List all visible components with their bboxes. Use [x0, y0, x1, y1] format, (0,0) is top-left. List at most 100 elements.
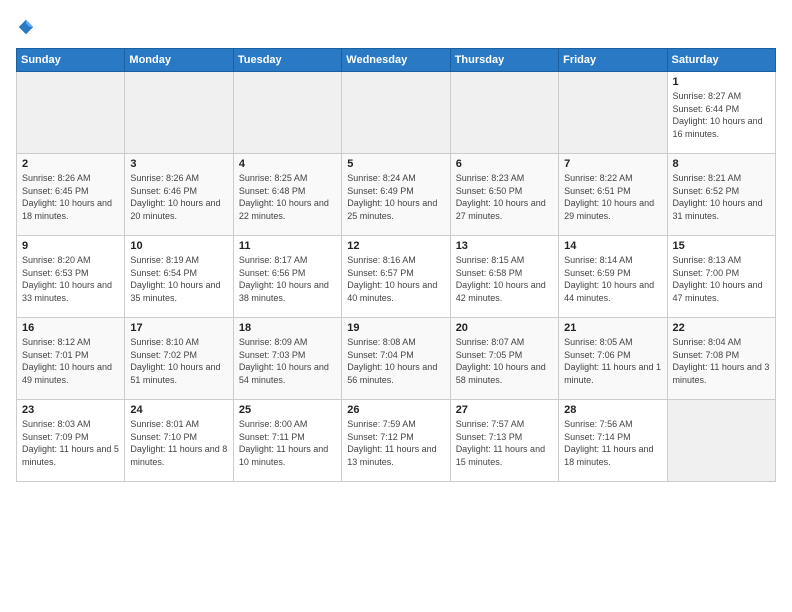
day-info: Sunrise: 7:56 AM Sunset: 7:14 PM Dayligh…: [564, 418, 661, 468]
day-cell: 14Sunrise: 8:14 AM Sunset: 6:59 PM Dayli…: [559, 236, 667, 318]
day-number: 9: [22, 240, 119, 252]
day-info: Sunrise: 7:59 AM Sunset: 7:12 PM Dayligh…: [347, 418, 444, 468]
day-number: 25: [239, 404, 336, 416]
logo-icon: [17, 18, 35, 36]
day-info: Sunrise: 8:08 AM Sunset: 7:04 PM Dayligh…: [347, 336, 444, 386]
header-cell-saturday: Saturday: [667, 49, 775, 72]
day-info: Sunrise: 8:20 AM Sunset: 6:53 PM Dayligh…: [22, 254, 119, 304]
day-number: 5: [347, 158, 444, 170]
day-info: Sunrise: 8:01 AM Sunset: 7:10 PM Dayligh…: [130, 418, 227, 468]
day-info: Sunrise: 8:04 AM Sunset: 7:08 PM Dayligh…: [673, 336, 770, 386]
logo-text: [16, 16, 36, 38]
calendar-table: SundayMondayTuesdayWednesdayThursdayFrid…: [16, 48, 776, 482]
day-cell: 5 Sunrise: 8:24 AM Sunset: 6:49 PM Daylig…: [342, 154, 450, 236]
day-info: Sunrise: 8:00 AM Sunset: 7:11 PM Dayligh…: [239, 418, 336, 468]
day-cell: 10 Sunrise: 8:19 AM Sunset: 6:54 PM Dayli…: [125, 236, 233, 318]
day-cell: 16 Sunrise: 8:12 AM Sunset: 7:01 PM Dayli…: [17, 318, 125, 400]
day-cell: [667, 400, 775, 482]
day-cell: 2 Sunrise: 8:26 AM Sunset: 6:45 PM Daylig…: [17, 154, 125, 236]
day-info: Sunrise: 8:09 AM Sunset: 7:03 PM Dayligh…: [239, 336, 336, 386]
day-number: 6: [456, 158, 553, 170]
day-cell: 1 Sunrise: 8:27 AM Sunset: 6:44 PM Daylig…: [667, 72, 775, 154]
day-info: Sunrise: 8:23 AM Sunset: 6:50 PM Dayligh…: [456, 172, 553, 222]
day-cell: 11 Sunrise: 8:17 AM Sunset: 6:56 PM Dayli…: [233, 236, 341, 318]
day-number: 4: [239, 158, 336, 170]
day-info: Sunrise: 8:24 AM Sunset: 6:49 PM Dayligh…: [347, 172, 444, 222]
day-number: 18: [239, 322, 336, 334]
day-cell: 23Sunrise: 8:03 AM Sunset: 7:09 PM Dayli…: [17, 400, 125, 482]
day-info: Sunrise: 8:27 AM Sunset: 6:44 PM Dayligh…: [673, 90, 770, 140]
day-number: 3: [130, 158, 227, 170]
day-number: 20: [456, 322, 553, 334]
day-cell: 7 Sunrise: 8:22 AM Sunset: 6:51 PM Daylig…: [559, 154, 667, 236]
day-cell: 4 Sunrise: 8:25 AM Sunset: 6:48 PM Daylig…: [233, 154, 341, 236]
day-info: Sunrise: 8:10 AM Sunset: 7:02 PM Dayligh…: [130, 336, 227, 386]
day-info: Sunrise: 8:07 AM Sunset: 7:05 PM Dayligh…: [456, 336, 553, 386]
day-info: Sunrise: 8:16 AM Sunset: 6:57 PM Dayligh…: [347, 254, 444, 304]
day-info: Sunrise: 8:05 AM Sunset: 7:06 PM Dayligh…: [564, 336, 661, 386]
day-cell: 18 Sunrise: 8:09 AM Sunset: 7:03 PM Dayli…: [233, 318, 341, 400]
day-info: Sunrise: 8:17 AM Sunset: 6:56 PM Dayligh…: [239, 254, 336, 304]
day-number: 15: [673, 240, 770, 252]
day-info: Sunrise: 8:12 AM Sunset: 7:01 PM Dayligh…: [22, 336, 119, 386]
day-info: Sunrise: 8:03 AM Sunset: 7:09 PM Dayligh…: [22, 418, 119, 468]
day-number: 8: [673, 158, 770, 170]
week-row-4: 23Sunrise: 8:03 AM Sunset: 7:09 PM Dayli…: [17, 400, 776, 482]
day-cell: 22 Sunrise: 8:04 AM Sunset: 7:08 PM Dayli…: [667, 318, 775, 400]
day-cell: 17 Sunrise: 8:10 AM Sunset: 7:02 PM Dayli…: [125, 318, 233, 400]
day-cell: 24 Sunrise: 8:01 AM Sunset: 7:10 PM Dayli…: [125, 400, 233, 482]
day-info: Sunrise: 8:25 AM Sunset: 6:48 PM Dayligh…: [239, 172, 336, 222]
day-number: 10: [130, 240, 227, 252]
day-cell: [450, 72, 558, 154]
day-info: Sunrise: 8:14 AM Sunset: 6:59 PM Dayligh…: [564, 254, 661, 304]
day-number: 7: [564, 158, 661, 170]
day-info: Sunrise: 8:26 AM Sunset: 6:45 PM Dayligh…: [22, 172, 119, 222]
day-number: 24: [130, 404, 227, 416]
day-cell: 21 Sunrise: 8:05 AM Sunset: 7:06 PM Dayli…: [559, 318, 667, 400]
day-number: 21: [564, 322, 661, 334]
day-info: Sunrise: 8:19 AM Sunset: 6:54 PM Dayligh…: [130, 254, 227, 304]
day-cell: [233, 72, 341, 154]
day-info: Sunrise: 8:22 AM Sunset: 6:51 PM Dayligh…: [564, 172, 661, 222]
day-number: 13: [456, 240, 553, 252]
day-cell: 28 Sunrise: 7:56 AM Sunset: 7:14 PM Dayli…: [559, 400, 667, 482]
calendar-container: SundayMondayTuesdayWednesdayThursdayFrid…: [0, 0, 792, 490]
day-cell: 26Sunrise: 7:59 AM Sunset: 7:12 PM Dayli…: [342, 400, 450, 482]
day-cell: 27 Sunrise: 7:57 AM Sunset: 7:13 PM Dayli…: [450, 400, 558, 482]
day-cell: 12 Sunrise: 8:16 AM Sunset: 6:57 PM Dayli…: [342, 236, 450, 318]
day-cell: 15 Sunrise: 8:13 AM Sunset: 7:00 PM Dayli…: [667, 236, 775, 318]
day-cell: 19 Sunrise: 8:08 AM Sunset: 7:04 PM Dayli…: [342, 318, 450, 400]
week-row-3: 16 Sunrise: 8:12 AM Sunset: 7:01 PM Dayli…: [17, 318, 776, 400]
day-cell: [559, 72, 667, 154]
header: [16, 16, 776, 38]
day-cell: 9 Sunrise: 8:20 AM Sunset: 6:53 PM Daylig…: [17, 236, 125, 318]
header-cell-monday: Monday: [125, 49, 233, 72]
header-cell-thursday: Thursday: [450, 49, 558, 72]
day-number: 19: [347, 322, 444, 334]
header-cell-friday: Friday: [559, 49, 667, 72]
day-number: 12: [347, 240, 444, 252]
day-number: 17: [130, 322, 227, 334]
day-number: 16: [22, 322, 119, 334]
day-info: Sunrise: 8:15 AM Sunset: 6:58 PM Dayligh…: [456, 254, 553, 304]
day-cell: [17, 72, 125, 154]
calendar-header: SundayMondayTuesdayWednesdayThursdayFrid…: [17, 49, 776, 72]
day-number: 2: [22, 158, 119, 170]
day-number: 27: [456, 404, 553, 416]
day-info: Sunrise: 7:57 AM Sunset: 7:13 PM Dayligh…: [456, 418, 553, 468]
day-number: 11: [239, 240, 336, 252]
day-info: Sunrise: 8:21 AM Sunset: 6:52 PM Dayligh…: [673, 172, 770, 222]
day-cell: 25 Sunrise: 8:00 AM Sunset: 7:11 PM Dayli…: [233, 400, 341, 482]
day-number: 22: [673, 322, 770, 334]
day-number: 28: [564, 404, 661, 416]
logo: [16, 16, 36, 38]
day-info: Sunrise: 8:26 AM Sunset: 6:46 PM Dayligh…: [130, 172, 227, 222]
header-cell-sunday: Sunday: [17, 49, 125, 72]
week-row-0: 1 Sunrise: 8:27 AM Sunset: 6:44 PM Daylig…: [17, 72, 776, 154]
day-cell: 13 Sunrise: 8:15 AM Sunset: 6:58 PM Dayli…: [450, 236, 558, 318]
day-cell: 8 Sunrise: 8:21 AM Sunset: 6:52 PM Daylig…: [667, 154, 775, 236]
day-info: Sunrise: 8:13 AM Sunset: 7:00 PM Dayligh…: [673, 254, 770, 304]
header-cell-wednesday: Wednesday: [342, 49, 450, 72]
day-number: 1: [673, 76, 770, 88]
day-cell: 20 Sunrise: 8:07 AM Sunset: 7:05 PM Dayli…: [450, 318, 558, 400]
